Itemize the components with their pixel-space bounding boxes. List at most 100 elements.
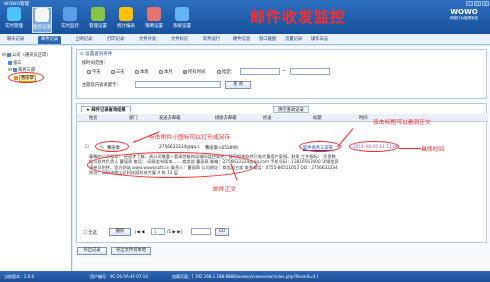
tab-hardware[interactable]: 硬件信息 — [230, 36, 253, 44]
delete-button[interactable]: 删除 — [109, 228, 131, 236]
minimize-button[interactable]: – — [466, 1, 473, 6]
radio-all-time[interactable]: 所有时间 — [183, 69, 205, 75]
tab-query-results[interactable]: ★ 邮件记录查询结果 — [81, 106, 131, 113]
toolbar-label: 统计报表 — [117, 24, 135, 29]
realtime-icon — [63, 7, 77, 21]
search-section: ⊙ 设置查询条件 按时间范围： 今天 三天 本周 本月 所有时间 指定： — 主… — [76, 49, 487, 99]
col-sender: 发送方邮箱 — [159, 116, 181, 121]
tab-web-record[interactable]: 上网记录 — [72, 36, 95, 44]
logo-subtext: 网络行为管理系统 — [450, 16, 478, 20]
result-section: ★ 邮件记录查询结果 清空查询记录 姓名 部门 发送方邮箱 接收方邮箱 抄送 标… — [76, 103, 488, 243]
toolbar-label: 策略设置 — [145, 24, 163, 29]
date-separator: — — [282, 69, 287, 74]
record-icon — [35, 8, 49, 22]
cell-receiver: 曹丽章<652890 — [205, 146, 238, 151]
radio-this-month[interactable]: 本月 — [159, 69, 173, 75]
tab-software-run[interactable]: 软件运行 — [200, 36, 223, 44]
tab-print-record[interactable]: 打印记录 — [104, 36, 127, 44]
subject-highlight — [299, 141, 341, 152]
tree-node-zhangsan[interactable]: 张三 — [8, 60, 22, 66]
tab-file-mark[interactable]: 文件标记 — [168, 36, 191, 44]
radio-today[interactable]: 今天 — [87, 69, 101, 75]
tree-root[interactable]: ⊟ 公司（通讯员正常） — [2, 52, 51, 58]
tab-chat-record[interactable]: 聊天记录 — [4, 36, 27, 44]
maximize-button[interactable]: □ — [474, 1, 481, 6]
radio-icon — [217, 69, 221, 74]
system-icon — [175, 7, 189, 21]
col-cc: 抄送 — [263, 116, 272, 121]
folder-icon — [12, 67, 17, 72]
folder-icon — [6, 52, 11, 57]
time-range-label: 按时间范围： — [82, 61, 108, 66]
policy-icon — [147, 7, 161, 21]
toolbar-label: 实时监控 — [61, 24, 79, 29]
select-all-checkbox[interactable]: ☐ 全选 — [83, 230, 97, 236]
col-receiver: 接收方邮箱 — [215, 116, 237, 121]
toolbar-label: 监控记录 — [33, 25, 51, 30]
toolbar-report[interactable]: 统计报表 — [116, 7, 136, 33]
arrow-time — [399, 148, 421, 149]
tab-mail-record[interactable]: 邮件记录 — [38, 36, 62, 44]
radio-specify[interactable]: 指定： — [217, 69, 235, 75]
radio-icon — [183, 69, 187, 74]
radio-this-week[interactable]: 本周 — [135, 69, 149, 75]
cell-sender: 2756632234@qq.c — [159, 145, 200, 150]
radio-three-days[interactable]: 三天 — [111, 69, 125, 75]
logo: WOWO 网络行为管理系统 — [442, 8, 486, 28]
page-total: /1 ▶ ▶| — [167, 230, 182, 235]
toolbar-label: 实时管理 — [5, 24, 23, 29]
tab-operation-log[interactable]: 操作日志 — [308, 36, 331, 44]
report-icon — [119, 7, 133, 21]
toolbar-realtime-monitor[interactable]: 实时监控 — [60, 7, 80, 33]
keyword-input[interactable] — [135, 81, 221, 88]
radio-icon — [87, 69, 91, 74]
go-button[interactable]: GO — [215, 228, 229, 236]
col-dept: 部门 — [129, 116, 138, 121]
tab-screenshot[interactable]: 窗口截图 — [256, 36, 279, 44]
version-text: 当前版本：2.0.0 — [4, 274, 35, 279]
toolbar-realtime-manage[interactable]: 实时管理 — [4, 7, 24, 33]
user-text: 用户编号：9C-26-5A-4F-07-10 — [90, 274, 148, 279]
col-name: 姓名 — [89, 116, 98, 121]
row-checkbox[interactable]: ☐ — [85, 145, 89, 150]
logo-text: WOWO — [450, 8, 478, 16]
monitor-icon — [7, 7, 21, 21]
org-tree-panel: ⊟ 公司（通讯员正常） 张三 ⊟ 商务三部 曹丽章 — [0, 46, 72, 271]
settings-icon — [91, 7, 105, 21]
main-panel: ⊙ 设置查询条件 按时间范围： 今天 三天 本周 本月 所有时间 指定： — 主… — [73, 46, 490, 271]
page-input[interactable]: 1 — [151, 228, 165, 235]
radio-icon — [111, 69, 115, 74]
export-file-button[interactable]: 导出文件到本地 — [111, 247, 151, 255]
tab-file-out[interactable]: 文件外发 — [136, 36, 159, 44]
goto-page-input[interactable] — [191, 228, 211, 235]
time-highlight — [349, 141, 399, 152]
tab-traffic[interactable]: 流量记录 — [282, 36, 305, 44]
radio-icon — [159, 69, 163, 74]
banner-title: 邮件收发监控 — [250, 8, 347, 26]
date-from-input[interactable] — [240, 68, 280, 75]
col-time: 时间 — [359, 116, 368, 121]
annotation-attachment: 点击附件小图标可以打开或另存 — [149, 135, 231, 141]
toolbar-system[interactable]: 系统设置 — [172, 7, 192, 33]
keyword-label: 主题及内容关键字： — [82, 83, 121, 88]
user-icon — [8, 60, 12, 65]
toolbar-label: 系统设置 — [173, 24, 191, 29]
col-subject: 标题 — [313, 116, 322, 121]
search-section-title: ⊙ 设置查询条件 — [80, 52, 113, 57]
first-page-button[interactable]: |◀ ◀ — [135, 230, 144, 235]
status-bar: 当前版本：2.0.0 用户编号：9C-26-5A-4F-07-10 加载页面：[… — [0, 271, 490, 282]
export-record-button[interactable]: 导出记录 — [77, 247, 107, 255]
tab-clear-records[interactable]: 清空查询记录 — [273, 106, 309, 113]
close-button[interactable]: × — [482, 1, 489, 6]
toolbar-policy[interactable]: 策略设置 — [144, 7, 164, 33]
highlight-ellipse — [8, 72, 44, 83]
toolbar-manage-settings[interactable]: 管理设置 — [88, 7, 108, 33]
date-to-input[interactable] — [290, 68, 330, 75]
toolbar-monitor-record[interactable]: 监控记录 — [32, 7, 52, 33]
title-bar: WOWO管理 – □ × 实时管理 监控记录 实时监控 管理设置 统计报表 策略… — [0, 0, 490, 34]
search-button[interactable]: 查 询 — [225, 81, 251, 89]
attachment-highlight — [95, 141, 129, 152]
annotation-time: 具体时间 — [421, 147, 445, 153]
load-page-text: 加载页面：[ 192.168.1.188:8888/wowo/screenvie… — [172, 274, 319, 279]
annotation-body: 邮件正文 — [213, 187, 237, 193]
